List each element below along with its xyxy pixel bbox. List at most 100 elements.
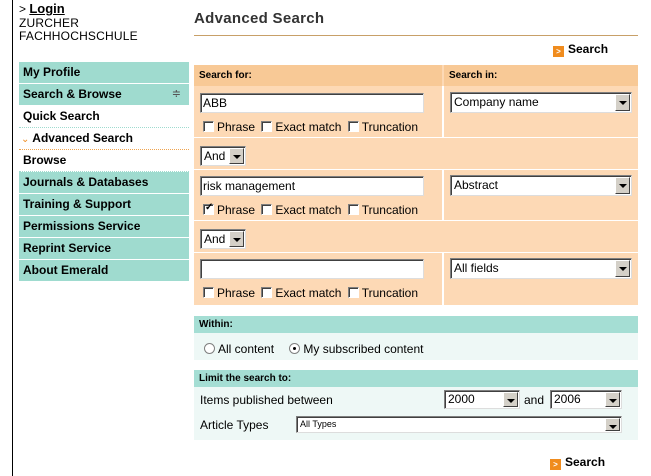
match-options-3: Phrase Exact match Truncation [203, 286, 421, 300]
row-divider [194, 169, 638, 170]
truncation-checkbox-2[interactable] [347, 204, 359, 215]
search-button-top[interactable]: > Search [553, 42, 608, 57]
arrow-right-icon: > [553, 46, 564, 57]
all-content-label: All content [218, 342, 275, 356]
exact-match-checkbox-1[interactable] [261, 121, 273, 132]
sidebar-item-label: Permissions Service [23, 219, 141, 233]
sidebar-item-label: Training & Support [23, 197, 131, 211]
login-row: > Login [19, 1, 65, 16]
limit-section: Limit the search to: Items published bet… [194, 370, 638, 440]
phrase-checkbox-3[interactable] [203, 287, 214, 298]
column-divider [442, 86, 444, 137]
search-in-select-1[interactable]: Company name [450, 92, 632, 113]
article-type-value: All Types [300, 419, 337, 429]
sidebar-item-advanced-search[interactable]: ⌄ Advanced Search [19, 128, 189, 150]
exact-match-checkbox-3[interactable] [261, 287, 273, 298]
search-term-input-1[interactable]: ABB [200, 93, 424, 113]
dropdown-arrow-icon[interactable] [615, 260, 630, 277]
sidebar-item-my-profile[interactable]: My Profile [19, 62, 189, 84]
sidebar-divider [12, 0, 13, 476]
dropdown-arrow-icon[interactable] [605, 418, 620, 431]
dropdown-arrow-icon[interactable] [229, 148, 244, 164]
phrase-label: Phrase [217, 286, 256, 300]
dropdown-arrow-icon[interactable] [615, 94, 630, 111]
arrow-right-icon: > [550, 459, 561, 470]
row-divider [194, 220, 638, 221]
truncation-label: Truncation [361, 286, 418, 300]
institution-name: ZURCHER FACHHOCHSCHULE [19, 16, 138, 43]
search-form: Search for: Search in: ABB Company name … [194, 65, 638, 305]
search-in-value: Company name [454, 95, 539, 109]
chevron-down-icon: ⌄ [21, 134, 30, 145]
search-button-label: Search [565, 455, 606, 469]
year-to-value: 2006 [554, 392, 581, 406]
phrase-label: Phrase [217, 203, 256, 217]
sidebar-item-search-browse[interactable]: Search & Browse ≑ [19, 84, 189, 106]
and-label: and [524, 393, 545, 407]
match-options-1: Phrase Exact match Truncation [203, 120, 421, 134]
sidebar-item-label: Search & Browse [23, 87, 122, 101]
year-from-select[interactable]: 2000 [444, 390, 520, 409]
within-header: Within: [194, 316, 638, 333]
expand-icon[interactable]: ≑ [172, 84, 181, 105]
login-prefix: > [19, 2, 27, 16]
within-section: Within: All content My subscribed conten… [194, 316, 638, 360]
limit-header: Limit the search to: [194, 370, 638, 387]
match-options-2: Phrase Exact match Truncation [203, 202, 421, 217]
search-in-header: Search in: [444, 65, 638, 86]
sidebar-item-training-support[interactable]: Training & Support [19, 194, 189, 216]
phrase-checkbox-1[interactable] [203, 121, 214, 132]
search-term-input-3[interactable] [200, 259, 424, 279]
dropdown-arrow-icon[interactable] [605, 392, 620, 407]
exact-match-label: Exact match [275, 203, 342, 217]
search-button-bottom[interactable]: > Search [550, 455, 605, 470]
sidebar-item-journals-databases[interactable]: Journals & Databases [19, 172, 189, 194]
search-in-value: Abstract [454, 178, 499, 192]
operator-select-2[interactable]: And [200, 229, 246, 249]
sidebar-item-about-emerald[interactable]: About Emerald [19, 260, 189, 282]
row-divider [194, 252, 638, 253]
phrase-checkbox-2[interactable] [203, 202, 214, 215]
page-title: Advanced Search [194, 10, 325, 27]
truncation-checkbox-3[interactable] [347, 287, 359, 298]
search-for-header: Search for: [194, 65, 442, 86]
truncation-label: Truncation [361, 203, 418, 217]
dropdown-arrow-icon[interactable] [615, 177, 630, 194]
sidebar-item-browse[interactable]: Browse [19, 150, 189, 172]
sidebar-item-label: My Profile [23, 65, 81, 79]
subscribed-content-radio[interactable] [289, 343, 301, 354]
sidebar-item-label: Journals & Databases [23, 175, 149, 189]
exact-match-label: Exact match [275, 120, 342, 134]
search-in-select-3[interactable]: All fields [450, 258, 632, 279]
year-from-value: 2000 [448, 392, 475, 406]
sidebar-item-reprint-service[interactable]: Reprint Service [19, 238, 189, 260]
dropdown-arrow-icon[interactable] [503, 392, 518, 407]
truncation-label: Truncation [361, 120, 418, 134]
all-content-radio[interactable] [204, 343, 215, 354]
search-in-select-2[interactable]: Abstract [450, 175, 632, 196]
within-options: All content My subscribed content [204, 342, 423, 356]
sidebar-item-permissions-service[interactable]: Permissions Service [19, 216, 189, 238]
search-button-label: Search [568, 42, 609, 56]
sidebar-item-label: Reprint Service [23, 241, 112, 255]
title-divider [194, 35, 638, 36]
exact-match-label: Exact match [275, 286, 342, 300]
sidebar-item-label: Quick Search [23, 109, 100, 123]
operator-value: And [204, 232, 226, 246]
truncation-checkbox-1[interactable] [347, 121, 359, 132]
search-term-input-2[interactable]: risk management [200, 176, 424, 196]
row-divider [194, 137, 638, 138]
article-types-select[interactable]: All Types [296, 416, 622, 433]
dropdown-arrow-icon[interactable] [229, 231, 244, 247]
operator-select-1[interactable]: And [200, 146, 246, 166]
exact-match-checkbox-2[interactable] [261, 204, 273, 215]
login-link[interactable]: Login [29, 1, 64, 16]
column-divider [442, 252, 444, 305]
column-divider [442, 169, 444, 220]
sidebar-item-label: Browse [23, 153, 67, 167]
sidebar-item-label: About Emerald [23, 263, 109, 277]
year-to-select[interactable]: 2006 [550, 390, 622, 409]
subscribed-content-label: My subscribed content [303, 342, 424, 356]
sidebar-item-quick-search[interactable]: Quick Search [19, 106, 189, 128]
published-between-label: Items published between [200, 393, 333, 407]
